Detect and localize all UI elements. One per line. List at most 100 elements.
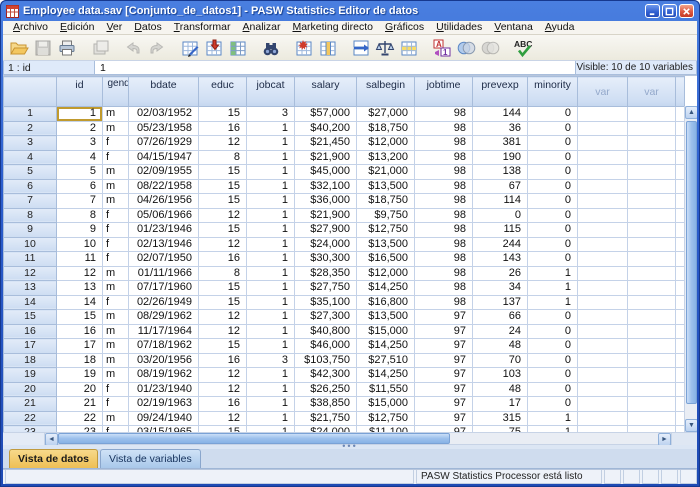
cell-salbegin-2[interactable]: $18,750 <box>357 121 415 136</box>
split-file-icon[interactable] <box>349 36 373 59</box>
cell-educ-13[interactable]: 15 <box>199 281 247 296</box>
cell-prevexp-5[interactable]: 138 <box>473 165 528 180</box>
cell-id-15[interactable]: 15 <box>57 310 103 325</box>
cell-salbegin-5[interactable]: $21,000 <box>357 165 415 180</box>
cell-salary-4[interactable]: $21,900 <box>295 150 357 165</box>
cell-salbegin-13[interactable]: $14,250 <box>357 281 415 296</box>
cell-salary-17[interactable]: $46,000 <box>295 339 357 354</box>
cell-var2-17[interactable] <box>628 339 676 354</box>
cell-bdate-2[interactable]: 05/23/1958 <box>129 121 199 136</box>
cell-educ-5[interactable]: 15 <box>199 165 247 180</box>
cell-var1-6[interactable] <box>578 179 628 194</box>
menu-item-ayuda[interactable]: Ayuda <box>539 21 581 34</box>
cell-id-19[interactable]: 19 <box>57 368 103 383</box>
cell-jobtime-4[interactable]: 98 <box>415 150 473 165</box>
cell-minority-19[interactable]: 0 <box>528 368 578 383</box>
cell-gender-5[interactable]: m <box>103 165 129 180</box>
menu-item-analizar[interactable]: Analizar <box>237 21 287 34</box>
cell-salary-5[interactable]: $45,000 <box>295 165 357 180</box>
cell-salbegin-3[interactable]: $12,000 <box>357 136 415 151</box>
cell-bdate-3[interactable]: 07/26/1929 <box>129 136 199 151</box>
cell-salary-3[interactable]: $21,450 <box>295 136 357 151</box>
cell-bdate-15[interactable]: 08/29/1962 <box>129 310 199 325</box>
cell-salbegin-22[interactable]: $12,750 <box>357 411 415 426</box>
cell-var1-13[interactable] <box>578 281 628 296</box>
cell-salbegin-20[interactable]: $11,550 <box>357 382 415 397</box>
cell-jobtime-5[interactable]: 98 <box>415 165 473 180</box>
cell-jobcat-22[interactable]: 1 <box>247 411 295 426</box>
cell-educ-10[interactable]: 12 <box>199 237 247 252</box>
cell-salbegin-15[interactable]: $13,500 <box>357 310 415 325</box>
cell-educ-2[interactable]: 16 <box>199 121 247 136</box>
cell-var1-4[interactable] <box>578 150 628 165</box>
cell-salbegin-18[interactable]: $27,510 <box>357 353 415 368</box>
cell-jobtime-7[interactable]: 98 <box>415 194 473 209</box>
column-header-id[interactable]: id <box>57 77 103 107</box>
cell-jobtime-14[interactable]: 98 <box>415 295 473 310</box>
cell-prevexp-15[interactable]: 66 <box>473 310 528 325</box>
cell-educ-21[interactable]: 16 <box>199 397 247 412</box>
cell-id-12[interactable]: 12 <box>57 266 103 281</box>
menu-item-edici-n[interactable]: Edición <box>54 21 100 34</box>
scroll-down-icon[interactable]: ▼ <box>685 419 697 432</box>
cell-prevexp-7[interactable]: 114 <box>473 194 528 209</box>
cell-minority-7[interactable]: 0 <box>528 194 578 209</box>
menu-item-archivo[interactable]: Archivo <box>7 21 54 34</box>
column-header-bdate[interactable]: bdate <box>129 77 199 107</box>
cell-jobtime-20[interactable]: 97 <box>415 382 473 397</box>
cell-salbegin-21[interactable]: $15,000 <box>357 397 415 412</box>
cell-prevexp-4[interactable]: 190 <box>473 150 528 165</box>
cell-educ-17[interactable]: 15 <box>199 339 247 354</box>
cell-gender-1[interactable]: m <box>103 107 129 122</box>
cell-var2-10[interactable] <box>628 237 676 252</box>
cell-bdate-6[interactable]: 08/22/1958 <box>129 179 199 194</box>
cell-var1-18[interactable] <box>578 353 628 368</box>
cell-bdate-22[interactable]: 09/24/1940 <box>129 411 199 426</box>
cell-var1-22[interactable] <box>578 411 628 426</box>
cell-salary-15[interactable]: $27,300 <box>295 310 357 325</box>
cell-salbegin-7[interactable]: $18,750 <box>357 194 415 209</box>
cell-prevexp-9[interactable]: 115 <box>473 223 528 238</box>
cell-var2-5[interactable] <box>628 165 676 180</box>
cell-prevexp-10[interactable]: 244 <box>473 237 528 252</box>
cell-salary-14[interactable]: $35,100 <box>295 295 357 310</box>
cell-id-14[interactable]: 14 <box>57 295 103 310</box>
cell-var1-7[interactable] <box>578 194 628 209</box>
cell-jobtime-6[interactable]: 98 <box>415 179 473 194</box>
column-header-gender[interactable]: gender <box>103 77 129 107</box>
cell-var2-21[interactable] <box>628 397 676 412</box>
cell-educ-6[interactable]: 15 <box>199 179 247 194</box>
row-header-12[interactable]: 12 <box>4 266 57 281</box>
cell-salary-1[interactable]: $57,000 <box>295 107 357 122</box>
cell-jobtime-3[interactable]: 98 <box>415 136 473 151</box>
cell-gender-18[interactable]: m <box>103 353 129 368</box>
cell-var1-14[interactable] <box>578 295 628 310</box>
cell-id-8[interactable]: 8 <box>57 208 103 223</box>
cell-bdate-8[interactable]: 05/06/1966 <box>129 208 199 223</box>
cell-minority-6[interactable]: 0 <box>528 179 578 194</box>
cell-id-21[interactable]: 21 <box>57 397 103 412</box>
cell-educ-20[interactable]: 12 <box>199 382 247 397</box>
cell-var2-16[interactable] <box>628 324 676 339</box>
cell-id-16[interactable]: 16 <box>57 324 103 339</box>
menu-item-transformar[interactable]: Transformar <box>168 21 237 34</box>
cell-bdate-4[interactable]: 04/15/1947 <box>129 150 199 165</box>
cell-id-6[interactable]: 6 <box>57 179 103 194</box>
cell-salary-13[interactable]: $27,750 <box>295 281 357 296</box>
cell-salbegin-8[interactable]: $9,750 <box>357 208 415 223</box>
scroll-up-icon[interactable]: ▲ <box>685 106 697 119</box>
cell-gender-13[interactable]: m <box>103 281 129 296</box>
cell-var2-11[interactable] <box>628 252 676 267</box>
cell-minority-2[interactable]: 0 <box>528 121 578 136</box>
maximize-button[interactable] <box>662 4 677 18</box>
cell-var2-3[interactable] <box>628 136 676 151</box>
cell-id-17[interactable]: 17 <box>57 339 103 354</box>
cell-minority-10[interactable]: 0 <box>528 237 578 252</box>
cell-bdate-10[interactable]: 02/13/1946 <box>129 237 199 252</box>
cell-gender-16[interactable]: m <box>103 324 129 339</box>
close-button[interactable] <box>679 4 694 18</box>
row-header-21[interactable]: 21 <box>4 397 57 412</box>
column-header-jobtime[interactable]: jobtime <box>415 77 473 107</box>
cell-prevexp-1[interactable]: 144 <box>473 107 528 122</box>
cell-var2-8[interactable] <box>628 208 676 223</box>
